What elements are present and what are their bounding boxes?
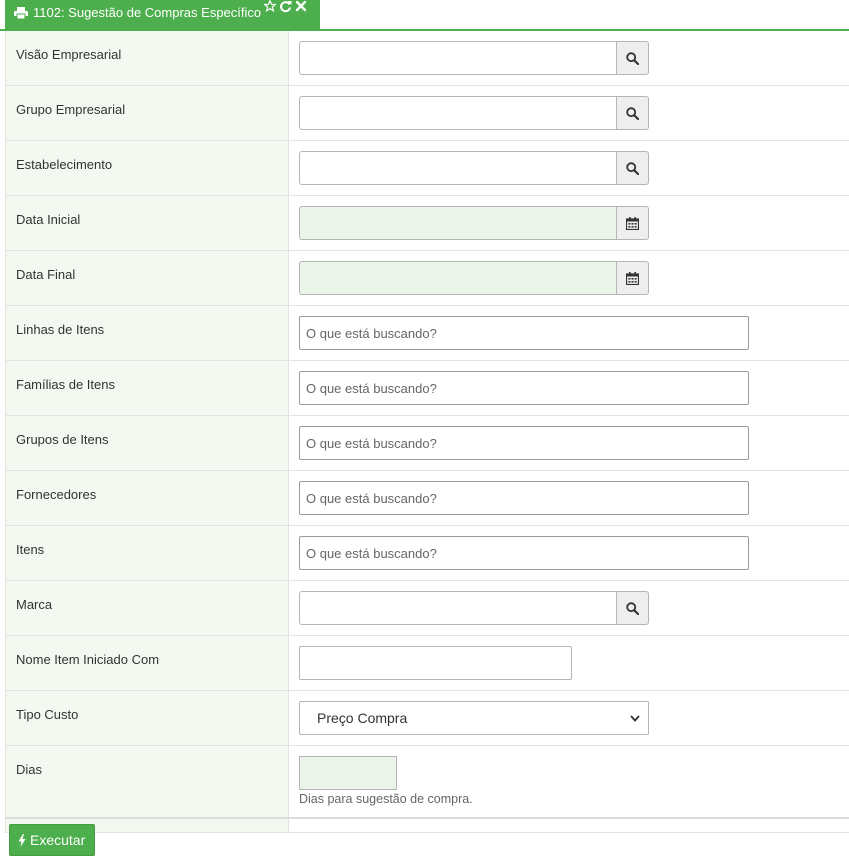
tipo-custo-value: Preço Compra	[317, 710, 408, 726]
row-tipo-custo: Tipo Custo Preço Compra	[6, 691, 849, 746]
search-button[interactable]	[616, 41, 649, 75]
grupos-itens-search-input[interactable]: O que está buscando?	[299, 426, 749, 460]
row-itens: Itens O que está buscando?	[6, 526, 849, 581]
calendar-button[interactable]	[616, 206, 649, 240]
execute-button[interactable]: Executar	[9, 824, 95, 856]
field-label: Nome Item Iniciado Com	[6, 636, 289, 690]
search-icon	[626, 161, 639, 175]
visao-empresarial-lookup	[299, 41, 649, 75]
field-label: Marca	[6, 581, 289, 635]
calendar-button[interactable]	[616, 261, 649, 295]
linhas-itens-search-input[interactable]: O que está buscando?	[299, 316, 749, 350]
form-footer: Executar	[5, 817, 849, 860]
close-icon[interactable]	[295, 0, 307, 13]
tab-strip: 1102: Sugestão de Compras Específico	[0, 0, 849, 31]
report-tab[interactable]: 1102: Sugestão de Compras Específico	[5, 0, 320, 29]
refresh-icon[interactable]	[279, 0, 292, 13]
tab-actions	[264, 0, 307, 13]
row-data-inicial: Data Inicial	[6, 196, 849, 251]
calendar-icon	[626, 216, 639, 230]
field-label: Tipo Custo	[6, 691, 289, 745]
search-icon	[626, 106, 639, 120]
tab-title: 1102: Sugestão de Compras Específico	[33, 5, 262, 20]
field-label: Data Final	[6, 251, 289, 305]
field-label: Visão Empresarial	[6, 31, 289, 85]
field-label: Data Inicial	[6, 196, 289, 250]
marca-input[interactable]	[299, 591, 616, 625]
row-visao-empresarial: Visão Empresarial	[6, 31, 849, 86]
dias-input[interactable]	[299, 756, 397, 790]
row-data-final: Data Final	[6, 251, 849, 306]
data-final-input[interactable]	[299, 261, 616, 295]
field-label: Famílias de Itens	[6, 361, 289, 415]
row-linhas-itens: Linhas de Itens O que está buscando?	[6, 306, 849, 361]
field-label: Itens	[6, 526, 289, 580]
execute-label: Executar	[30, 832, 86, 848]
row-estabelecimento: Estabelecimento	[6, 141, 849, 196]
search-button[interactable]	[616, 96, 649, 130]
marca-lookup	[299, 591, 649, 625]
row-nome-item: Nome Item Iniciado Com	[6, 636, 849, 691]
report-form: Visão Empresarial Grupo Empresarial Esta…	[5, 31, 849, 833]
field-label: Linhas de Itens	[6, 306, 289, 360]
field-label: Estabelecimento	[6, 141, 289, 195]
chevron-down-icon	[630, 714, 640, 722]
familias-itens-search-input[interactable]: O que está buscando?	[299, 371, 749, 405]
estabelecimento-input[interactable]	[299, 151, 616, 185]
bolt-icon	[18, 833, 26, 847]
field-label: Grupo Empresarial	[6, 86, 289, 140]
row-familias-itens: Famílias de Itens O que está buscando?	[6, 361, 849, 416]
row-fornecedores: Fornecedores O que está buscando?	[6, 471, 849, 526]
row-grupos-itens: Grupos de Itens O que está buscando?	[6, 416, 849, 471]
tipo-custo-select[interactable]: Preço Compra	[299, 701, 649, 735]
estabelecimento-lookup	[299, 151, 649, 185]
visao-empresarial-input[interactable]	[299, 41, 616, 75]
grupo-empresarial-lookup	[299, 96, 649, 130]
search-icon	[626, 601, 639, 615]
grupo-empresarial-input[interactable]	[299, 96, 616, 130]
search-button[interactable]	[616, 151, 649, 185]
calendar-icon	[626, 271, 639, 285]
field-label: Grupos de Itens	[6, 416, 289, 470]
data-inicial-picker	[299, 206, 649, 240]
star-icon[interactable]	[264, 0, 276, 13]
search-icon	[626, 51, 639, 65]
fornecedores-search-input[interactable]: O que está buscando?	[299, 481, 749, 515]
nome-item-input[interactable]	[299, 646, 572, 680]
search-button[interactable]	[616, 591, 649, 625]
row-grupo-empresarial: Grupo Empresarial	[6, 86, 849, 141]
data-inicial-input[interactable]	[299, 206, 616, 240]
data-final-picker	[299, 261, 649, 295]
print-icon	[14, 7, 28, 19]
dias-help-text: Dias para sugestão de compra.	[299, 792, 473, 806]
field-label: Fornecedores	[6, 471, 289, 525]
row-marca: Marca	[6, 581, 849, 636]
itens-search-input[interactable]: O que está buscando?	[299, 536, 749, 570]
